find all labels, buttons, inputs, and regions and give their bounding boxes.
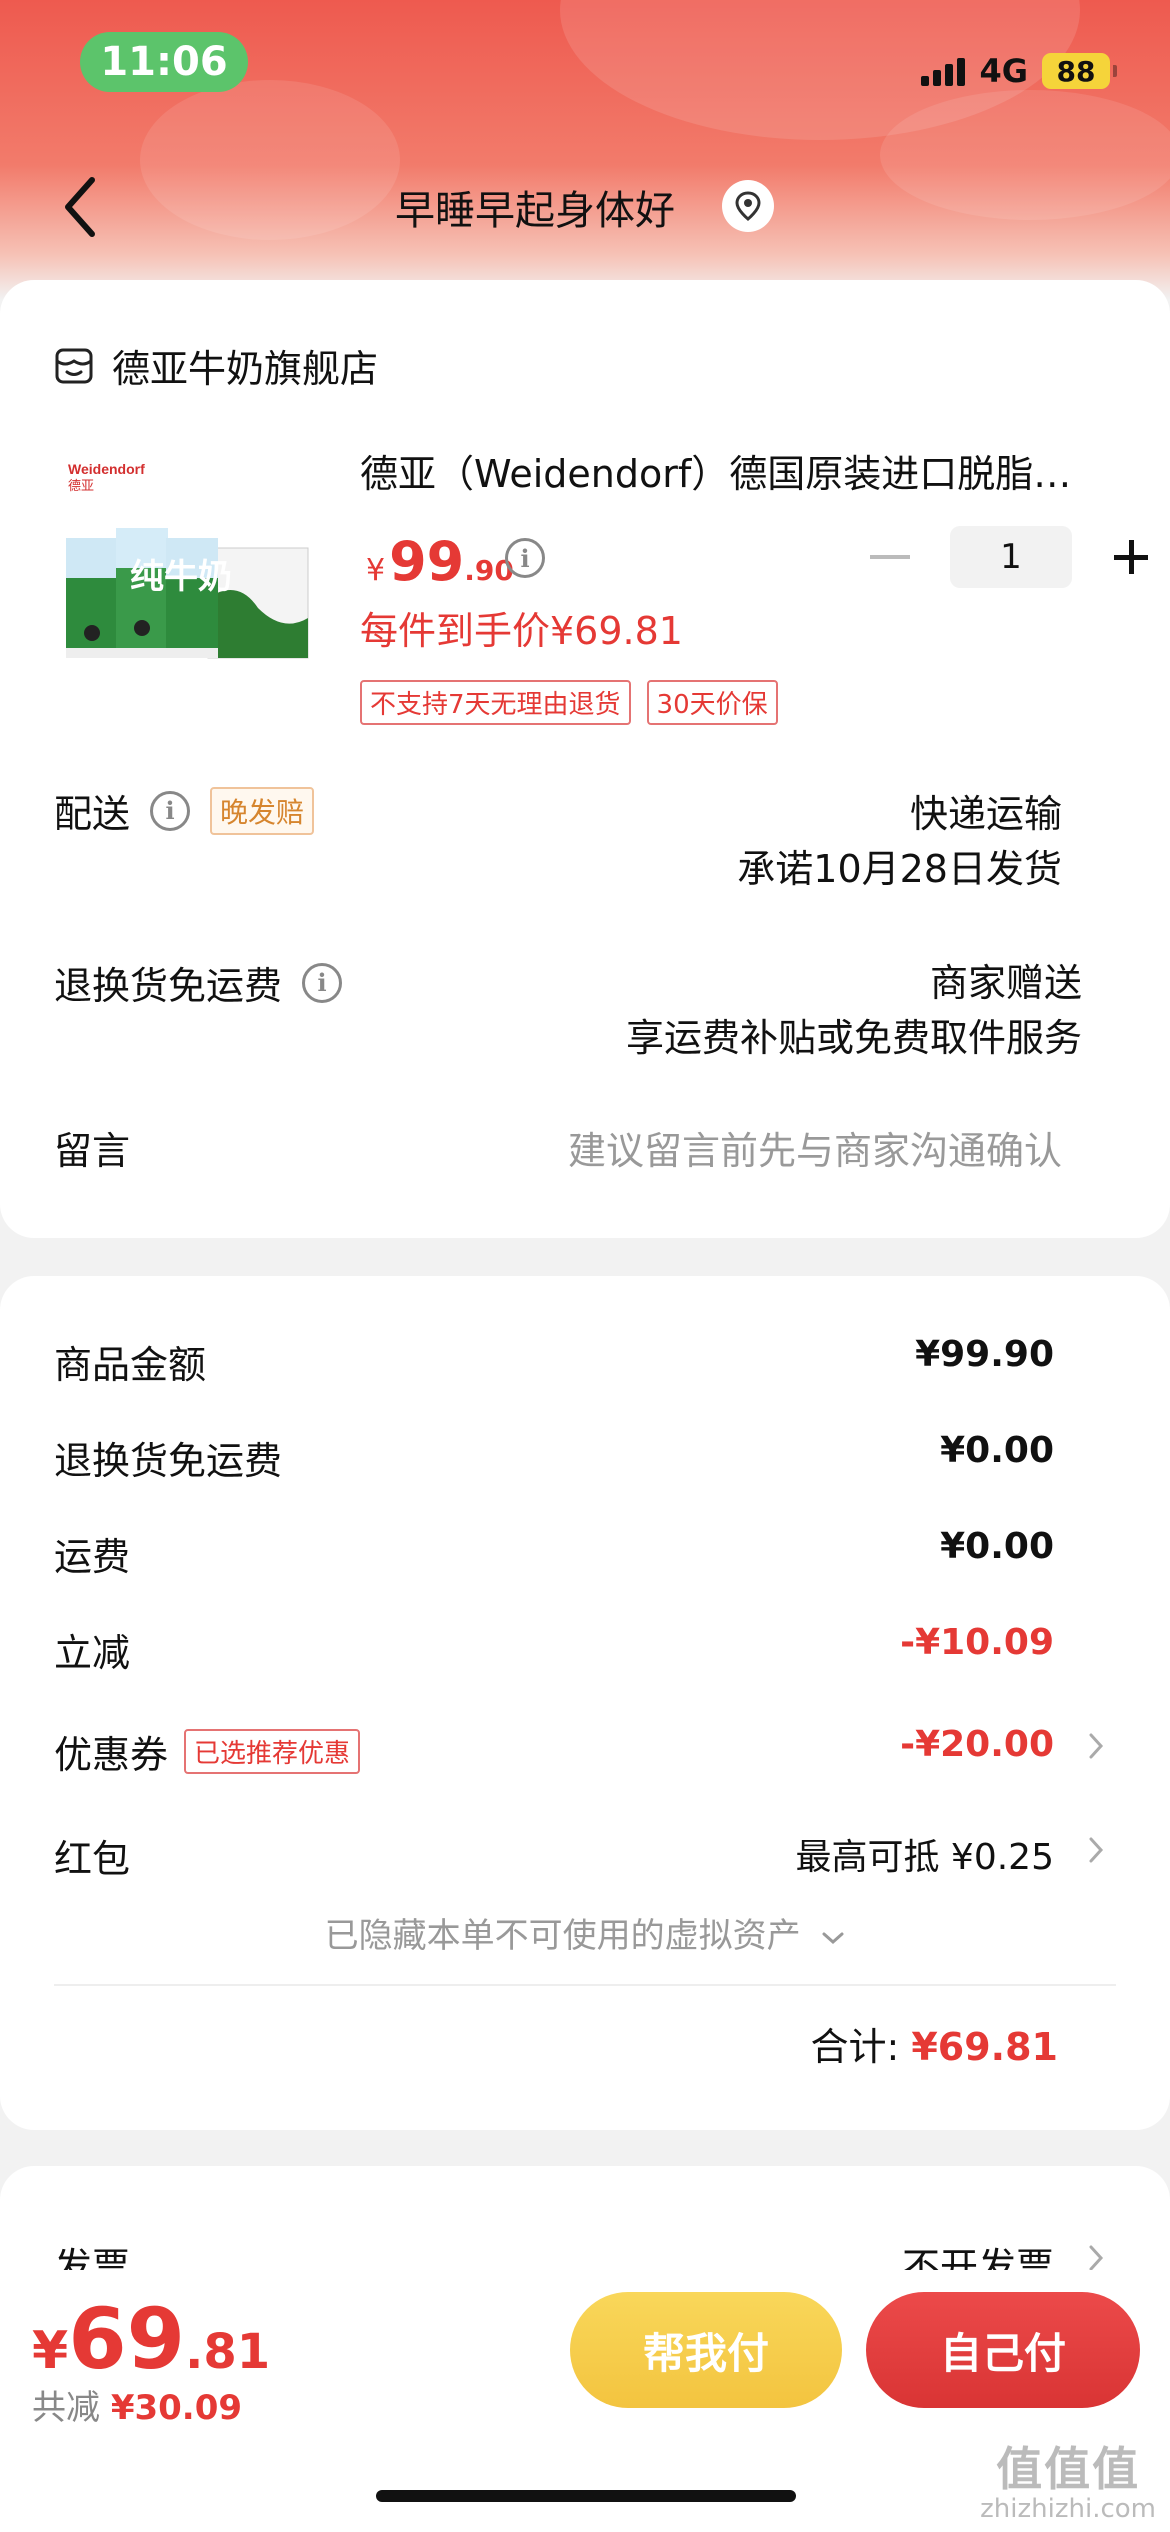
home-indicator[interactable] (376, 2490, 796, 2502)
price-info-icon[interactable]: i (505, 538, 545, 578)
unit-price: 每件到手价¥69.81 (360, 609, 683, 653)
message-label: 留言 (54, 1129, 131, 1173)
bottom-total-integer: 69 (68, 2290, 186, 2388)
image-brand-text: Weidendorf (68, 461, 145, 477)
status-indicators: 4G 88 (921, 52, 1117, 90)
message-input[interactable]: 建议留言前先与商家沟通确认 (568, 1120, 1062, 1175)
summary-value: ¥0.00 (940, 1526, 1054, 1567)
price-summary-card: 商品金额 ¥99.90 退换货免运费 ¥0.00 运费 ¥0.00 立减 -¥1… (0, 1276, 1170, 2130)
product-tag: 不支持7天无理由退货 (360, 680, 631, 725)
product-image[interactable]: Weidendorf 德亚 纯牛奶 (58, 448, 314, 668)
store-header[interactable]: 德亚牛奶旗舰店 (54, 338, 378, 393)
hidden-assets-text: 已隐藏本单不可使用的虚拟资产 (324, 1916, 801, 1956)
summary-label: 退换货免运费 (54, 1439, 283, 1483)
bottom-total-price: ¥ 69 .81 (32, 2290, 270, 2388)
summary-value: ¥99.90 (915, 1334, 1054, 1375)
coupon-row[interactable]: 优惠券 已选推荐优惠 (54, 1724, 361, 1779)
price-symbol: ¥ (366, 553, 386, 588)
delivery-label: 配送 (54, 792, 131, 836)
summary-label: 商品金额 (54, 1343, 207, 1387)
status-time: 11:06 (80, 32, 248, 92)
location-pin-icon (735, 191, 761, 221)
coupon-value[interactable]: -¥20.00 (900, 1724, 1054, 1765)
coupon-badge: 已选推荐优惠 (184, 1729, 361, 1774)
product-tags: 不支持7天无理由退货 30天价保 (360, 680, 778, 725)
discount-label: 共减 (32, 2388, 100, 2428)
total-discount: 共减 ¥30.09 (32, 2380, 242, 2429)
store-name: 德亚牛奶旗舰店 (112, 347, 379, 391)
return-shipping-row: 退换货免运费 i (54, 955, 343, 1010)
late-compensation-badge: 晚发赔 (210, 786, 315, 835)
summary-value: ¥0.00 (940, 1430, 1054, 1471)
return-shipping-info-icon[interactable]: i (302, 962, 343, 1003)
discount-value: ¥30.09 (110, 2388, 243, 2428)
quantity-stepper: 1 (870, 526, 1148, 588)
increase-quantity-button[interactable] (1114, 540, 1148, 574)
decrease-quantity-button[interactable] (870, 555, 910, 559)
summary-label: 立减 (54, 1631, 131, 1675)
watermark: 值值值 zhizhizhi.com (980, 2444, 1156, 2523)
chevron-right-icon[interactable] (1088, 2244, 1104, 2272)
watermark-logo: 值值值 (996, 2442, 1141, 2496)
hidden-assets-toggle[interactable]: 已隐藏本单不可使用的虚拟资产 (0, 1908, 1170, 1957)
watermark-url: zhizhizhi.com (980, 2493, 1156, 2524)
return-shipping-label: 退换货免运费 (54, 964, 283, 1008)
total-value: ¥69.81 (911, 2025, 1058, 2069)
signal-icon (921, 56, 966, 86)
back-button[interactable] (58, 172, 104, 242)
chevron-right-icon[interactable] (1088, 1732, 1104, 1760)
total-label: 合计: (810, 2025, 900, 2069)
product-tag: 30天价保 (646, 680, 778, 725)
red-packet-label: 红包 (54, 1837, 131, 1881)
battery-icon: 88 (1042, 53, 1117, 89)
coupon-label: 优惠券 (54, 1733, 169, 1777)
return-shipping-value: 商家赠送 (929, 961, 1082, 1005)
instant-discount-value: -¥10.09 (900, 1622, 1054, 1663)
order-total: 合计: ¥69.81 (810, 2016, 1058, 2071)
delivery-info-icon[interactable]: i (150, 790, 191, 831)
divider (54, 1984, 1116, 1986)
delivery-method[interactable]: 快递运输 (910, 783, 1062, 838)
help-pay-button[interactable]: 帮我付 (570, 2292, 842, 2408)
delivery-promise: 承诺10月28日发货 (737, 847, 1062, 891)
network-type: 4G (979, 52, 1028, 90)
image-brand-cn-text: 德亚 (68, 479, 94, 494)
location-button[interactable] (722, 180, 774, 232)
bottom-total-decimal: .81 (185, 2324, 271, 2380)
store-icon (55, 348, 93, 383)
red-packet-value[interactable]: 最高可抵 ¥0.25 (795, 1828, 1054, 1880)
return-shipping-detail: 享运费补贴或免费取件服务 (625, 1016, 1082, 1060)
delivery-row: 配送 i 晚发赔 (54, 783, 315, 838)
page-title: 早睡早起身体好 (395, 188, 675, 234)
product-price: ¥ 99 .90 (366, 530, 514, 593)
self-pay-button[interactable]: 自己付 (866, 2292, 1140, 2408)
summary-label: 运费 (54, 1535, 131, 1579)
chevron-down-icon (822, 1932, 844, 1944)
image-pack-text: 纯牛奶 (130, 557, 232, 597)
chevron-right-icon[interactable] (1088, 1836, 1104, 1864)
bottom-yen: ¥ (32, 2321, 69, 2381)
price-integer: 99 (389, 530, 465, 593)
order-card: 德亚牛奶旗舰店 Weidendorf 德亚 纯牛奶 德亚（Weidendorf）… (0, 280, 1170, 1238)
product-title[interactable]: 德亚（Weidendorf）德国原装进口脱脂… (360, 443, 1120, 498)
chevron-left-icon (65, 177, 95, 237)
quantity-value[interactable]: 1 (950, 526, 1072, 588)
